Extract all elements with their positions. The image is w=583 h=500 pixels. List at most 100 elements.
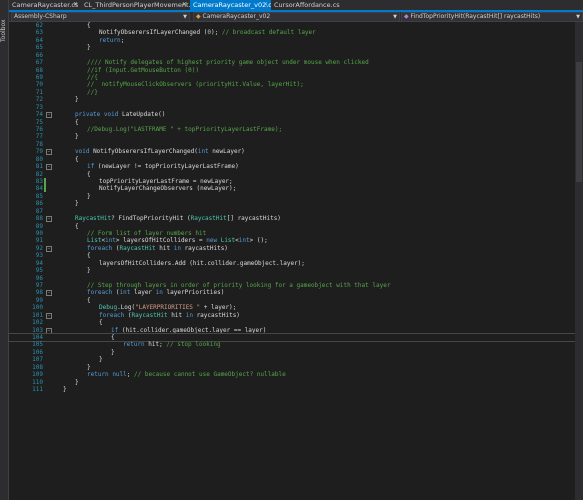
line-number: 100 [32, 304, 43, 312]
line-number: 70 [35, 81, 43, 89]
code-line[interactable]: 66 [9, 52, 575, 59]
code-line[interactable]: 93 { [9, 252, 575, 259]
collapse-icon[interactable]: − [46, 149, 52, 156]
code-line[interactable]: 94 layersOfHitColliders.Add (hit.collider… [9, 260, 575, 267]
code-line[interactable]: 85} [9, 193, 575, 200]
line-number: 86 [35, 200, 43, 208]
collapse-icon[interactable]: − [46, 312, 52, 319]
code-line[interactable]: 83 topPriorityLayerLastFrame = newLayer; [9, 178, 575, 186]
vertical-scrollbar[interactable] [575, 22, 583, 500]
code-line[interactable]: 87 [9, 208, 575, 215]
tab-label: CameraRaycaster_v02.cs [193, 1, 271, 9]
code-line[interactable]: 67 //// Notify delegates of highest prior… [9, 59, 575, 66]
code-line[interactable]: 76 //Debug.Log("LASTFRAME " + topPriority… [9, 126, 575, 133]
code-line[interactable]: 86} [9, 200, 575, 207]
code-line[interactable]: 68 //if (Input.GetMouseButton (0)) [9, 67, 575, 74]
code-line[interactable]: 100 Debug.Log("LAYERPRIORITIES " + layer)… [9, 304, 575, 311]
code-text: Debug.Log("LAYERPRIORITIES " + layer); [99, 304, 237, 312]
code-line[interactable]: 98− foreach (int layer in layerPriorities… [9, 289, 575, 297]
line-number: 74 [35, 111, 43, 119]
toolbox-panel[interactable]: Toolbox [0, 0, 9, 500]
code-text: } [99, 356, 103, 364]
member-name: FindTopPriorityHit(RaycastHit[] raycastH… [410, 13, 541, 20]
code-line[interactable]: 78 [9, 141, 575, 148]
code-line[interactable]: 84 NotifyLayerChangeObservers (newLayer); [9, 185, 575, 193]
code-line[interactable]: 106} [9, 349, 575, 356]
collapse-icon[interactable]: − [46, 216, 52, 223]
collapse-icon[interactable]: − [46, 164, 52, 171]
code-line[interactable]: 110} [9, 379, 575, 386]
code-line[interactable]: 81− if (newLayer != topPriorityLayerLastF… [9, 163, 575, 171]
code-line[interactable]: 62 { [9, 22, 575, 29]
toolbox-label[interactable]: Toolbox [0, 2, 8, 43]
collapse-icon[interactable]: − [46, 245, 52, 252]
code-line[interactable]: 79− void NotifyObserersIfLayerChanged(int… [9, 148, 575, 156]
code-line[interactable]: 63 NotifyObserersIfLayerChanged (0); // b… [9, 29, 575, 36]
scrollbar-thumb[interactable] [576, 62, 582, 182]
code-line[interactable]: 75 { [9, 119, 575, 126]
class-dropdown[interactable]: ◆ CameraRaycaster_v02 ▼ [193, 12, 400, 22]
line-number: 64 [35, 36, 43, 44]
code-text: { [87, 170, 91, 178]
code-line[interactable]: 82 { [9, 171, 575, 178]
collapse-icon[interactable]: − [46, 290, 52, 297]
tab-cameraraycaster-v02[interactable]: CameraRaycaster_v02.cs ✕ [190, 0, 271, 10]
code-text: { [75, 222, 79, 230]
code-line[interactable]: 102 { [9, 319, 575, 326]
code-line[interactable]: 103− if (hit.collider.gameObject.layer ==… [9, 327, 575, 334]
code-editor[interactable]: 62 {63 NotifyObserersIfLayerChanged (0); /… [8, 22, 576, 500]
collapse-icon[interactable]: − [46, 112, 52, 119]
code-line[interactable]: 73 [9, 104, 575, 111]
code-line[interactable]: 95} [9, 267, 575, 274]
code-line[interactable]: 111} [9, 386, 575, 393]
tab-cl-thirdpersonplayermovement[interactable]: CL_ThirdPersonPlayerMovement.cs ✕ [81, 0, 190, 10]
close-icon[interactable]: ✕ [182, 0, 187, 10]
close-icon[interactable]: ✕ [73, 0, 78, 10]
member-dropdown[interactable]: ◆ FindTopPriorityHit(RaycastHit[] raycas… [401, 12, 583, 22]
code-line[interactable]: 80 { [9, 156, 575, 163]
code-line[interactable]: 64 return; [9, 37, 575, 44]
code-text: // Step through layers in order of prior… [87, 282, 391, 290]
code-line[interactable]: 77} [9, 133, 575, 140]
code-line[interactable]: 105 return hit; // stop looking [9, 341, 575, 348]
tab-cursoraffordance[interactable]: CursorAffordance.cs [271, 0, 346, 10]
line-number: 85 [35, 192, 43, 200]
code-line[interactable]: 108} [9, 364, 575, 371]
code-line[interactable]: 109 return null; // because cannot use Ga… [9, 371, 575, 378]
code-line[interactable]: 70 // notifyMouseClickObservers (priority… [9, 81, 575, 88]
code-line[interactable]: 72} [9, 96, 575, 103]
code-line[interactable]: 69 //{ [9, 74, 575, 81]
code-line[interactable]: 99 { [9, 297, 575, 304]
code-line[interactable]: 74− private void LateUpdate() [9, 111, 575, 119]
code-line[interactable]: 90 // Form list of layer numbers hit [9, 230, 575, 237]
code-text: NotifyLayerChangeObservers (newLayer); [99, 185, 237, 193]
code-line[interactable]: 92− foreach (RaycastHit hit in raycastHit… [9, 245, 575, 252]
code-text: foreach (RaycastHit hit in raycastHits) [87, 244, 228, 252]
code-line[interactable]: 96 [9, 275, 575, 282]
code-line[interactable]: 97 // Step through layers in order of pri… [9, 282, 575, 289]
code-text: private void LateUpdate() [75, 111, 166, 119]
code-text: { [75, 118, 79, 126]
code-text: foreach (int layer in layerPriorities) [87, 289, 225, 297]
line-number: 80 [35, 155, 43, 163]
code-line[interactable]: 65} [9, 44, 575, 51]
line-number: 79 [35, 148, 43, 156]
code-line[interactable]: 89 { [9, 223, 575, 230]
code-line[interactable]: 107} [9, 356, 575, 363]
close-icon[interactable]: ✕ [263, 0, 268, 10]
code-text: return hit; // stop looking [123, 341, 221, 349]
line-number: 84 [35, 185, 43, 193]
tab-label: CameraRaycaster.cs [12, 1, 79, 9]
tab-cameraraycaster[interactable]: CameraRaycaster.cs ✕ [9, 0, 81, 10]
code-line[interactable]: 104 { [8, 333, 576, 343]
project-dropdown[interactable]: Assembly-CSharp ▼ [11, 12, 190, 22]
code-text: //} [87, 88, 98, 96]
code-line[interactable]: 88− RaycastHit? FindTopPriorityHit (Rayca… [9, 215, 575, 223]
code-text: void NotifyObserersIfLayerChanged(int ne… [75, 148, 245, 156]
code-line[interactable]: 71 //} [9, 89, 575, 96]
collapse-icon[interactable]: − [46, 327, 52, 334]
code-line[interactable]: 91 List<int> layersOfHitColliders = new L… [9, 237, 575, 244]
line-number: 102 [32, 319, 43, 327]
line-number: 67 [35, 59, 43, 67]
code-line[interactable]: 101− foreach (RaycastHit hit in raycastHi… [9, 312, 575, 319]
